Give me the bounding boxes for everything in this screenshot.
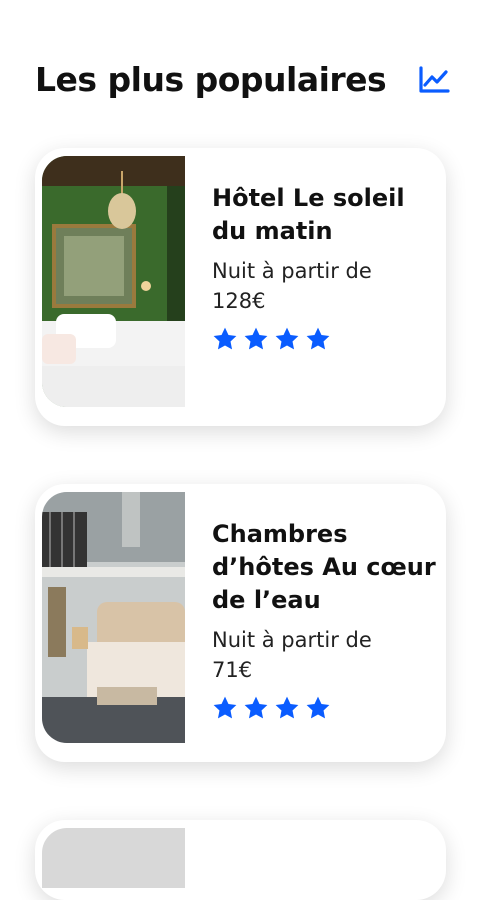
price-label: Nuit à partir de [212, 628, 372, 652]
price-value: 128€ [212, 289, 266, 313]
star-icon [275, 327, 299, 350]
star-rating [212, 326, 437, 354]
hotel-photo[interactable] [42, 156, 185, 407]
star-icon [244, 696, 268, 719]
hotel-price: Nuit à partir de 71€ [212, 625, 437, 685]
section-title: Les plus populaires [35, 60, 387, 99]
trending-chart-icon[interactable] [418, 66, 450, 94]
hotel-photo[interactable] [42, 492, 185, 743]
star-icon [213, 696, 237, 719]
hotel-name[interactable]: Chambres d’hôtes Au cœur de l’eau [212, 518, 437, 617]
section-header: Les plus populaires [35, 58, 450, 102]
hotel-card[interactable]: Hôtel Le soleil du matin Nuit à partir d… [35, 148, 446, 426]
star-icon [275, 696, 299, 719]
star-icon [306, 327, 330, 350]
hotel-price: Nuit à partir de 128€ [212, 256, 437, 316]
price-label: Nuit à partir de [212, 259, 372, 283]
star-icon [213, 327, 237, 350]
hotel-name[interactable]: Hôtel Le soleil du matin [212, 182, 437, 248]
hotel-info: Chambres d’hôtes Au cœur de l’eau Nuit à… [212, 518, 437, 723]
hotel-photo[interactable] [42, 828, 185, 888]
star-rating [212, 695, 437, 723]
star-icon [244, 327, 268, 350]
hotel-card[interactable]: Chambres d’hôtes Au cœur de l’eau Nuit à… [35, 484, 446, 762]
price-value: 71€ [212, 658, 253, 682]
star-icon [306, 696, 330, 719]
hotel-info: Hôtel Le soleil du matin Nuit à partir d… [212, 182, 437, 354]
hotel-card[interactable] [35, 820, 446, 900]
